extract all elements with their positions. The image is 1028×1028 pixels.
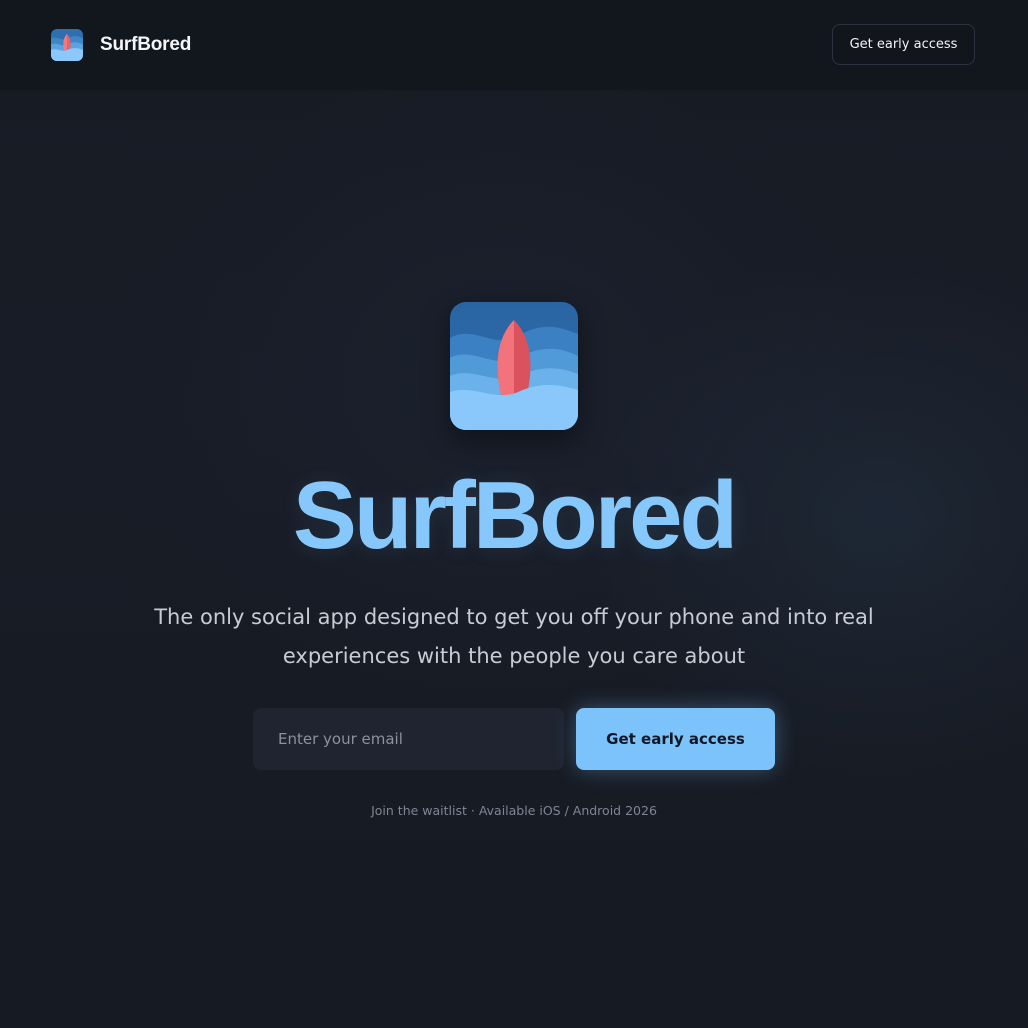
surfboard-logo-icon xyxy=(51,29,83,61)
brand-name: SurfBored xyxy=(100,34,192,55)
brand[interactable]: SurfBored xyxy=(51,29,191,61)
hero-title: SurfBored xyxy=(292,462,738,569)
email-input[interactable] xyxy=(253,708,564,770)
top-navigation-bar: SurfBored Get early access xyxy=(0,0,1028,91)
surfboard-wave-app-icon xyxy=(450,302,578,430)
hero-tagline: The only social app designed to get you … xyxy=(154,605,874,668)
waitlist-footnote: Join the waitlist · Available iOS / Andr… xyxy=(371,803,657,818)
get-early-access-button[interactable]: Get early access xyxy=(576,708,775,770)
header-get-early-access-button[interactable]: Get early access xyxy=(832,24,975,65)
